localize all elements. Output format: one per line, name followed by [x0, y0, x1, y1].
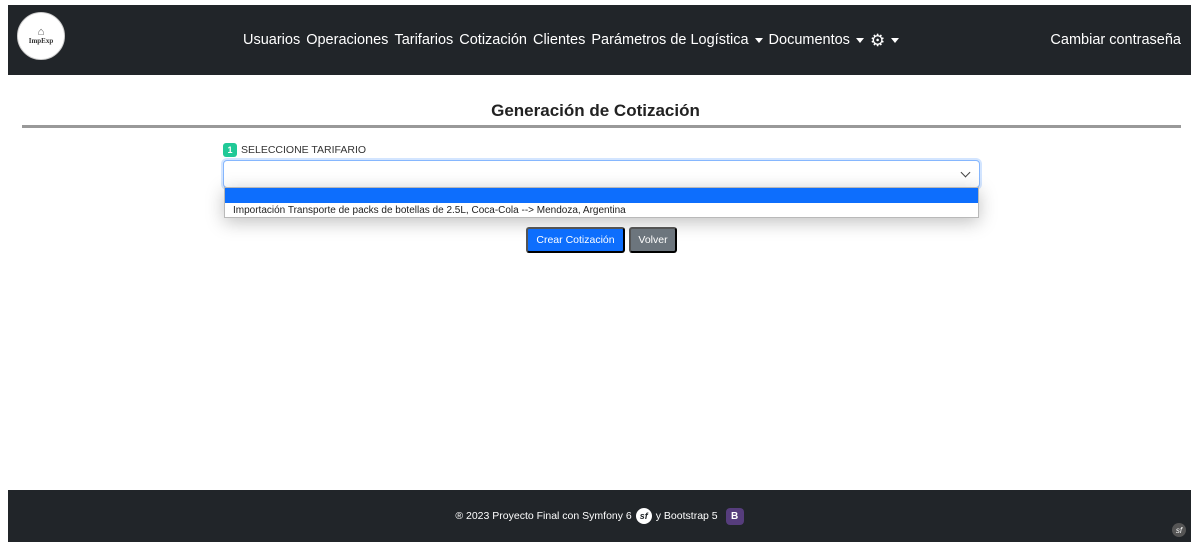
brand-logo[interactable]: ⌂ ImpExp — [17, 12, 65, 60]
nav-item-parametros-logistica[interactable]: Parámetros de Logística — [591, 32, 763, 48]
nav-item-tarifarios[interactable]: Tarifarios — [394, 32, 453, 48]
footer-text: ® 2023 Proyecto Final con Symfony 6 — [455, 510, 632, 522]
nav-item-label: Clientes — [532, 32, 586, 48]
nav-item-label: Tarifarios — [394, 32, 454, 48]
dropdown-option-empty[interactable] — [225, 188, 978, 203]
symfony-icon: sf — [635, 508, 652, 524]
gear-icon: ⚙ — [869, 30, 886, 50]
step-number-badge: 1 — [223, 143, 237, 157]
step-label: SELECCIONE TARIFARIO — [241, 144, 367, 156]
nav-item-label: Operaciones — [306, 32, 389, 48]
nav-item-settings[interactable]: ⚙ — [869, 30, 900, 50]
caret-down-icon — [754, 37, 763, 43]
nav-item-label: Documentos — [768, 32, 850, 48]
caret-down-icon — [891, 37, 900, 43]
dropdown-option[interactable]: Importación Transporte de packs de botel… — [225, 203, 978, 218]
page: ⌂ ImpExp Usuarios Operaciones Tarifarios… — [0, 0, 1191, 542]
symfony-toolbar-icon[interactable]: sf — [1172, 523, 1186, 537]
nav-item-documentos[interactable]: Documentos — [769, 32, 864, 48]
tarifario-select[interactable] — [223, 160, 980, 188]
page-title: Generación de Cotización — [491, 101, 700, 120]
navbar: ⌂ ImpExp Usuarios Operaciones Tarifarios… — [8, 5, 1191, 75]
nav-links: Usuarios Operaciones Tarifarios Cotizaci… — [243, 5, 905, 75]
create-quote-button[interactable]: Crear Cotización — [526, 227, 625, 253]
nav-item-operaciones[interactable]: Operaciones — [306, 32, 388, 48]
back-button[interactable]: Volver — [629, 227, 677, 253]
change-password-link[interactable]: Cambiar contraseña — [1050, 5, 1181, 75]
bootstrap-icon: B — [725, 507, 744, 525]
logo-text: ImpExp — [28, 36, 54, 45]
tarifario-dropdown-list: Importación Transporte de packs de botel… — [224, 187, 979, 218]
nav-item-cotizacion[interactable]: Cotización — [459, 32, 527, 48]
footer-text-mid: y Bootstrap 5 — [655, 510, 718, 522]
nav-item-label: Parámetros de Logística — [591, 32, 749, 48]
nav-item-clientes[interactable]: Clientes — [533, 32, 585, 48]
title-divider — [22, 125, 1181, 128]
building-icon: ⌂ — [37, 25, 45, 38]
nav-item-label: Cotización — [459, 32, 527, 48]
chevron-down-icon — [960, 167, 971, 178]
caret-down-icon — [855, 37, 864, 43]
step-indicator: 1 SELECCIONE TARIFARIO — [223, 143, 366, 157]
nav-item-usuarios[interactable]: Usuarios — [243, 32, 300, 48]
nav-item-label: Usuarios — [243, 32, 301, 48]
footer: ® 2023 Proyecto Final con Symfony 6 sf y… — [8, 490, 1191, 542]
